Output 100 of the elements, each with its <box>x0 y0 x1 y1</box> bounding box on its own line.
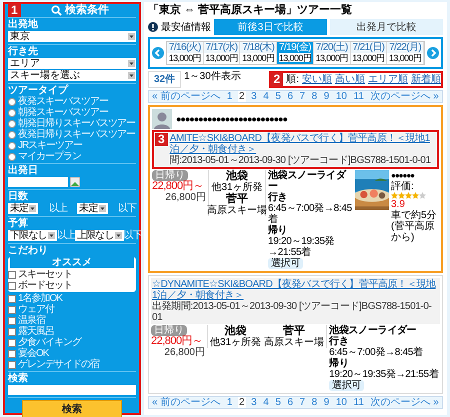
dropdown[interactable]: 未定 <box>8 203 38 214</box>
page-link[interactable]: 3 <box>250 397 258 408</box>
price-cell-text: 13,000円 <box>278 53 312 64</box>
page-link[interactable]: 3 <box>250 91 258 102</box>
page-link[interactable]: 7 <box>298 397 306 408</box>
sort-link[interactable]: エリア順 <box>368 74 408 85</box>
page-link[interactable]: 8 <box>310 397 318 408</box>
page-link[interactable]: 4 <box>262 397 270 408</box>
previous-icon[interactable] <box>152 47 164 59</box>
access-note: 車で約5分(菅平高原から) <box>391 210 438 243</box>
price-cell-text: 13,000円 <box>204 53 239 64</box>
page-link[interactable]: 11 <box>352 91 365 102</box>
page-link[interactable]: 9 <box>322 397 330 408</box>
checkbox[interactable] <box>8 350 16 358</box>
radio-button[interactable] <box>8 142 16 150</box>
date-label: 7/16(火) <box>167 42 203 53</box>
date-column[interactable]: 7/17(水) 13,000円 <box>204 42 240 64</box>
caret-icon <box>128 72 135 79</box>
avatar-icon <box>152 109 172 129</box>
page-link[interactable]: 4 <box>262 91 270 102</box>
section-label: 出発地 <box>8 19 39 30</box>
featured-title: オススメ <box>10 257 134 268</box>
page-link[interactable]: 次のページへ » <box>369 91 440 102</box>
tour-title-link[interactable]: ☆DYNAMITE☆SKI&BOARD【夜発バスで行く】菅平高原！＜現地1泊／夕・朝食付き＞ <box>152 279 439 301</box>
page-link[interactable]: 1 <box>226 91 234 102</box>
page-link[interactable]: « 前のページへ <box>151 91 222 102</box>
date-column[interactable]: 7/16(火) 13,000円 <box>167 42 204 64</box>
page-link[interactable]: 5 <box>274 397 282 408</box>
page-link[interactable]: 次のページへ » <box>369 397 440 408</box>
dropdown[interactable]: 未定 <box>77 203 108 214</box>
dropdown[interactable]: スキー場を選ぶ <box>8 70 136 81</box>
range-suffix: 以上 <box>56 230 75 241</box>
section-label: 検索 <box>8 373 29 384</box>
sort-link[interactable]: 高い順 <box>335 74 365 85</box>
radio-button[interactable] <box>8 98 16 106</box>
checkbox[interactable] <box>8 270 16 278</box>
tour-period: 出発期間:2013-05-01～2013-09-30 [ツアーコード]BGS788-1501-0-01 <box>152 301 432 323</box>
next-icon[interactable] <box>427 47 439 59</box>
radio-button[interactable] <box>8 152 16 160</box>
schedule-time: 6:45～7:00発→8:45着 <box>268 203 353 225</box>
tab[interactable]: 前後3日で比較 <box>214 19 327 35</box>
search-button[interactable]: 検索 <box>22 400 122 417</box>
tab[interactable]: 出発月で比較 <box>330 19 443 35</box>
page-link[interactable]: 10 <box>334 397 348 408</box>
page-link[interactable]: 6 <box>286 397 294 408</box>
radio-button[interactable] <box>8 108 16 116</box>
dropdown[interactable]: エリア <box>8 58 136 69</box>
destination-note: 高原スキー場 <box>264 337 324 348</box>
option-label: 夜発日帰りスキーバスツアー <box>18 129 135 140</box>
dropdown[interactable]: 上限なし <box>74 230 124 241</box>
checkbox[interactable] <box>8 338 16 346</box>
caret-icon <box>48 232 55 239</box>
date-column[interactable]: 7/18(木) 13,000円 <box>240 42 278 64</box>
caret-icon <box>114 232 122 239</box>
dropdown[interactable]: 東京 <box>8 31 136 42</box>
page-link[interactable]: « 前のページへ <box>151 397 222 408</box>
radio-button[interactable] <box>8 120 16 128</box>
page-link[interactable]: 10 <box>334 91 348 102</box>
checkbox[interactable] <box>8 294 16 302</box>
sort-link[interactable]: 安い順 <box>302 74 332 85</box>
page-link[interactable]: 11 <box>352 397 365 408</box>
radio-button[interactable] <box>8 130 16 138</box>
tour-period: 間:2013-05-01～2013-09-30 [ツアーコード]BGS788-1501-0-01 <box>170 155 432 166</box>
keyword-field[interactable] <box>8 385 136 395</box>
page-link[interactable]: 2 <box>238 91 246 102</box>
page-link[interactable]: 9 <box>322 91 330 102</box>
range-suffix: 以下 <box>118 203 136 214</box>
option-tag: 選択可 <box>329 380 364 391</box>
search-icon <box>50 5 62 16</box>
schedule-label: 帰り <box>268 225 288 236</box>
sort-link[interactable]: 新着順 <box>411 74 441 85</box>
page-link[interactable]: 1 <box>226 397 234 408</box>
date-column[interactable]: 7/19(金) 13,000円 <box>277 42 314 64</box>
option-label: 朝発スキーバスツアー <box>18 107 108 118</box>
option-label: JRスキーツアー <box>18 140 82 151</box>
checkbox[interactable] <box>8 282 16 290</box>
tour-title-link[interactable]: AMITE☆SKI&BOARD【夜発バスで行く】菅平高原！＜現地1泊／夕・朝食付き＞ <box>170 133 436 155</box>
schedule-label: 行き <box>268 192 288 203</box>
dropdown[interactable]: 下限なし <box>8 230 57 241</box>
price-cell-text: 13,000円 <box>241 53 276 64</box>
checkbox[interactable] <box>8 306 16 314</box>
number-badge: 2 <box>270 73 284 86</box>
page-link[interactable]: 2 <box>238 397 246 408</box>
date-column[interactable]: 7/22(月) 13,000円 <box>387 42 424 64</box>
date-column[interactable]: 7/21(日) 13,000円 <box>350 42 388 64</box>
section-label: 予算 <box>8 218 29 229</box>
price-cell-text: 13,000円 <box>351 53 386 64</box>
checkbox[interactable] <box>8 316 16 324</box>
option-label: 夜発スキーバスツアー <box>18 96 108 107</box>
page-link[interactable]: 8 <box>310 91 318 102</box>
page-title: 「東京 ⇔ 菅平高原スキー場」ツアー一覧 <box>148 4 354 17</box>
date-field[interactable] <box>8 177 68 187</box>
checkbox[interactable] <box>8 360 16 368</box>
page-link[interactable]: 6 <box>286 91 294 102</box>
page-link[interactable]: 5 <box>274 91 282 102</box>
schedule-time: 19:20～19:35発→21:55着 <box>329 369 438 380</box>
option-label: スキーセット <box>18 269 72 280</box>
date-column[interactable]: 7/20(土) 13,000円 <box>314 42 351 64</box>
page-link[interactable]: 7 <box>298 91 306 102</box>
checkbox[interactable] <box>8 328 16 336</box>
